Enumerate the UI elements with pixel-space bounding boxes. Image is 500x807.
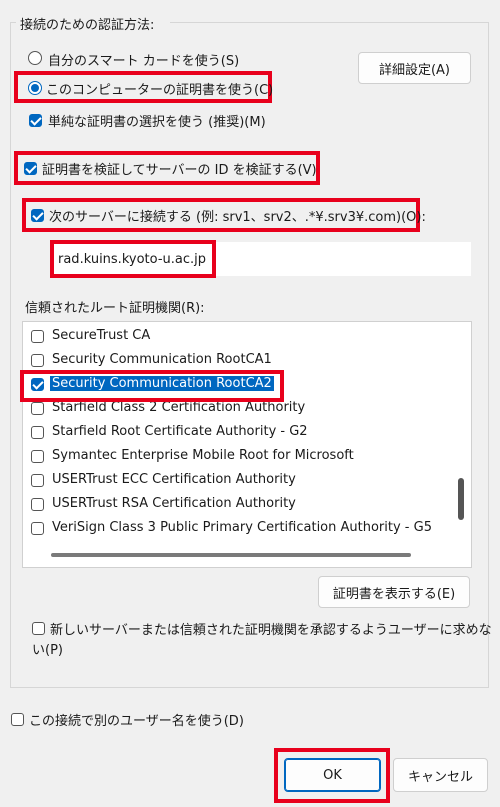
ca-label: Symantec Enterprise Mobile Root for Micr… [52, 448, 354, 463]
trusted-root-label: 信頼されたルート証明機関(R): [25, 301, 205, 316]
horizontal-scrollbar[interactable] [51, 553, 411, 557]
ca-label: Starfield Root Certificate Authority - G… [52, 424, 308, 439]
ca-checkbox[interactable] [31, 450, 44, 463]
highlight-box [20, 370, 284, 402]
ca-label: USERTrust RSA Certification Authority [52, 496, 296, 511]
ca-label: USERTrust ECC Certification Authority [52, 472, 296, 487]
list-item[interactable]: SecureTrust CA [23, 325, 455, 349]
advanced-settings-button[interactable]: 詳細設定(A) [358, 52, 471, 84]
ca-checkbox[interactable] [31, 522, 44, 535]
vertical-scrollbar[interactable] [458, 478, 464, 520]
list-item[interactable]: USERTrust RSA Certification Authority [23, 493, 455, 517]
cancel-button[interactable]: キャンセル [393, 758, 488, 792]
highlight-box [50, 240, 216, 278]
list-item[interactable]: Starfield Root Certificate Authority - G… [23, 421, 455, 445]
connect-servers-label[interactable]: 次のサーバーに接続する (例: srv1、srv2、.*¥.srv3¥.com)… [49, 206, 426, 225]
verify-server-checkbox[interactable] [24, 162, 37, 175]
ca-checkbox[interactable] [31, 402, 44, 415]
list-item[interactable]: Symantec Enterprise Mobile Root for Micr… [23, 445, 455, 469]
alt-username-checkbox[interactable] [11, 713, 24, 726]
ca-label: Starfield Class 2 Certification Authorit… [52, 400, 306, 415]
prompt-users-label-cont[interactable]: い(P) [32, 639, 63, 658]
group-title: 接続のための認証方法: [20, 18, 155, 33]
ca-checkbox[interactable] [31, 426, 44, 439]
verify-server-label[interactable]: 証明書を検証してサーバーの ID を検証する(V) [42, 159, 317, 178]
smartcard-radio[interactable] [28, 51, 42, 65]
trusted-root-list[interactable]: SecureTrust CA Security Communication Ro… [22, 321, 472, 568]
ca-checkbox[interactable] [31, 330, 44, 343]
view-certificate-button[interactable]: 証明書を表示する(E) [318, 576, 470, 608]
ok-button[interactable]: OK [284, 758, 381, 792]
ca-checkbox[interactable] [31, 498, 44, 511]
list-item[interactable]: VeriSign Class 3 Public Primary Certific… [23, 517, 455, 541]
simple-select-checkbox[interactable] [29, 114, 42, 127]
ca-label: SecureTrust CA [52, 328, 151, 343]
ca-label: VeriSign Class 3 Public Primary Certific… [52, 520, 432, 535]
connect-servers-checkbox[interactable] [31, 209, 44, 222]
certificate-label[interactable]: このコンピューターの証明書を使う(C) [46, 79, 273, 98]
certificate-radio[interactable] [28, 81, 42, 95]
group-border [170, 22, 489, 23]
prompt-users-checkbox[interactable] [32, 622, 45, 635]
smartcard-label[interactable]: 自分のスマート カードを使う(S) [48, 50, 239, 69]
prompt-users-label[interactable]: 新しいサーバーまたは信頼された証明機関を承認するようユーザーに求めな [50, 619, 492, 638]
ca-checkbox[interactable] [31, 474, 44, 487]
simple-select-label[interactable]: 単純な証明書の選択を使う (推奨)(M) [48, 111, 266, 130]
group-border [10, 22, 16, 23]
ca-label: Security Communication RootCA1 [52, 352, 272, 367]
alt-username-label[interactable]: この接続で別のユーザー名を使う(D) [29, 710, 244, 729]
ca-checkbox[interactable] [31, 354, 44, 367]
list-item[interactable]: USERTrust ECC Certification Authority [23, 469, 455, 493]
